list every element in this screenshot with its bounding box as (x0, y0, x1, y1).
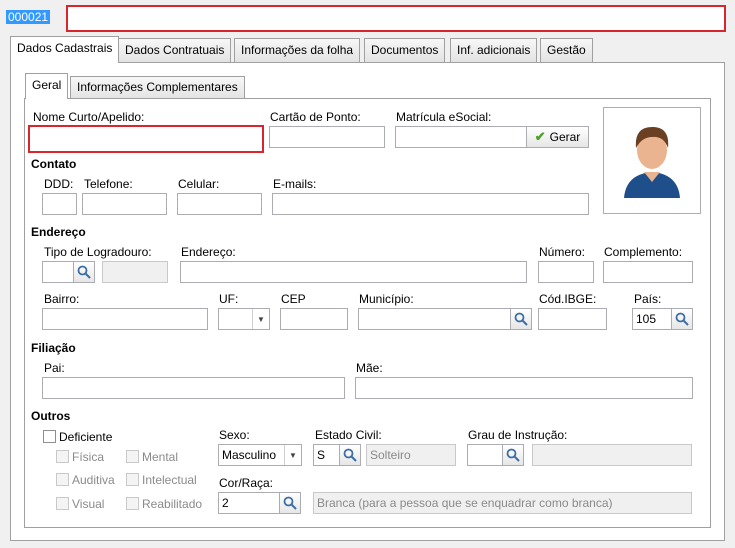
tab-gestao[interactable]: Gestão (540, 38, 593, 62)
nome-curto-input[interactable] (28, 125, 264, 153)
mae-input[interactable] (355, 377, 693, 399)
cor-raca-label: Cor/Raça: (219, 476, 274, 490)
endereco-input[interactable] (180, 261, 527, 283)
bairro-label: Bairro: (44, 292, 80, 306)
gerar-label: Gerar (549, 130, 581, 144)
celular-input[interactable] (177, 193, 262, 215)
record-code-field[interactable]: 000021 (6, 8, 59, 26)
cep-label: CEP (281, 292, 306, 306)
nome-curto-label: Nome Curto/Apelido: (33, 110, 145, 124)
sexo-dropdown-button[interactable]: ▼ (284, 445, 301, 465)
cod-ibge-input[interactable] (538, 308, 607, 330)
visual-label: Visual (72, 497, 105, 511)
pais-search-button[interactable] (671, 308, 693, 330)
subtab-geral[interactable]: Geral (25, 73, 69, 99)
contato-heading: Contato (31, 157, 77, 171)
reabilitado-label: Reabilitado (142, 497, 203, 511)
complemento-input[interactable] (603, 261, 693, 283)
matricula-esocial-input[interactable] (395, 126, 527, 148)
chevron-down-icon: ▼ (257, 314, 265, 324)
celular-label: Celular: (178, 177, 220, 191)
municipio-label: Município: (359, 292, 414, 306)
cor-raca-search-button[interactable] (279, 492, 301, 514)
cor-raca-code-input[interactable]: 2 (218, 492, 280, 514)
cep-input[interactable] (280, 308, 348, 330)
chevron-down-icon: ▼ (289, 450, 297, 460)
endereco-heading: Endereço (31, 225, 86, 239)
filiacao-heading: Filiação (31, 341, 76, 355)
reabilitado-checkbox[interactable] (126, 497, 139, 510)
telefone-input[interactable] (82, 193, 167, 215)
complemento-label: Complemento: (604, 245, 683, 259)
uf-dropdown-button[interactable]: ▼ (252, 309, 269, 329)
search-icon (343, 448, 357, 462)
grau-instrucao-label: Grau de Instrução: (468, 428, 568, 442)
tab-dados-cadastrais[interactable]: Dados Cadastrais (10, 36, 120, 63)
tab-informacoes-folha[interactable]: Informações da folha (234, 38, 361, 62)
employee-photo[interactable] (603, 107, 701, 214)
municipio-search-button[interactable] (510, 308, 532, 330)
search-icon (283, 496, 297, 510)
municipio-input[interactable] (358, 308, 511, 330)
pai-label: Pai: (44, 361, 65, 375)
cartao-ponto-input[interactable] (269, 126, 385, 148)
estado-civil-search-button[interactable] (339, 444, 361, 466)
cor-raca-desc: Branca (para a pessoa que se enquadrar c… (313, 492, 692, 514)
emails-label: E-mails: (273, 177, 317, 191)
mental-label: Mental (142, 450, 179, 464)
uf-label: UF: (219, 292, 239, 306)
ddd-label: DDD: (44, 177, 74, 191)
subtab-informacoes-complementares[interactable]: Informações Complementares (70, 76, 245, 99)
intelectual-label: Intelectual (142, 473, 197, 487)
search-icon (514, 312, 528, 326)
mae-label: Mãe: (356, 361, 383, 375)
tipo-logradouro-desc (102, 261, 168, 283)
pais-label: País: (634, 292, 662, 306)
estado-civil-label: Estado Civil: (315, 428, 382, 442)
fisica-checkbox[interactable] (56, 450, 69, 463)
auditiva-label: Auditiva (72, 473, 115, 487)
search-icon (77, 265, 91, 279)
cartao-ponto-label: Cartão de Ponto: (270, 110, 361, 124)
bairro-input[interactable] (42, 308, 208, 330)
outros-heading: Outros (31, 409, 71, 423)
record-name-input[interactable] (66, 5, 726, 32)
endereco-label: Endereço: (181, 245, 236, 259)
estado-civil-desc: Solteiro (366, 444, 456, 466)
deficiente-checkbox[interactable] (43, 430, 56, 443)
grau-instrucao-desc (532, 444, 692, 466)
record-code: 000021 (6, 10, 51, 24)
auditiva-checkbox[interactable] (56, 473, 69, 486)
tab-inf-adicionais[interactable]: Inf. adicionais (450, 38, 538, 62)
cod-ibge-label: Cód.IBGE: (539, 292, 597, 306)
tab-documentos[interactable]: Documentos (364, 38, 446, 62)
numero-label: Número: (539, 245, 586, 259)
emails-input[interactable] (272, 193, 589, 215)
fisica-label: Física (72, 450, 105, 464)
matricula-esocial-label: Matrícula eSocial: (396, 110, 492, 124)
ddd-input[interactable] (42, 193, 77, 215)
numero-input[interactable] (538, 261, 594, 283)
grau-instrucao-input[interactable] (467, 444, 503, 466)
tipo-logradouro-label: Tipo de Logradouro: (44, 245, 152, 259)
pais-input[interactable]: 105 (632, 308, 672, 330)
tipo-logradouro-input[interactable] (42, 261, 74, 283)
tab-dados-contratuais[interactable]: Dados Contratuais (118, 38, 232, 62)
estado-civil-code-input[interactable]: S (313, 444, 340, 466)
search-icon (506, 448, 520, 462)
deficiente-label: Deficiente (59, 430, 113, 444)
visual-checkbox[interactable] (56, 497, 69, 510)
search-icon (675, 312, 689, 326)
tipo-logradouro-search-button[interactable] (73, 261, 95, 283)
telefone-label: Telefone: (84, 177, 133, 191)
mental-checkbox[interactable] (126, 450, 139, 463)
intelectual-checkbox[interactable] (126, 473, 139, 486)
gerar-button[interactable]: ✔ Gerar (526, 126, 589, 148)
pai-input[interactable] (42, 377, 345, 399)
grau-instrucao-search-button[interactable] (502, 444, 524, 466)
sexo-label: Sexo: (219, 428, 250, 442)
checkmark-icon: ✔ (534, 129, 546, 144)
person-avatar-icon (624, 126, 680, 198)
